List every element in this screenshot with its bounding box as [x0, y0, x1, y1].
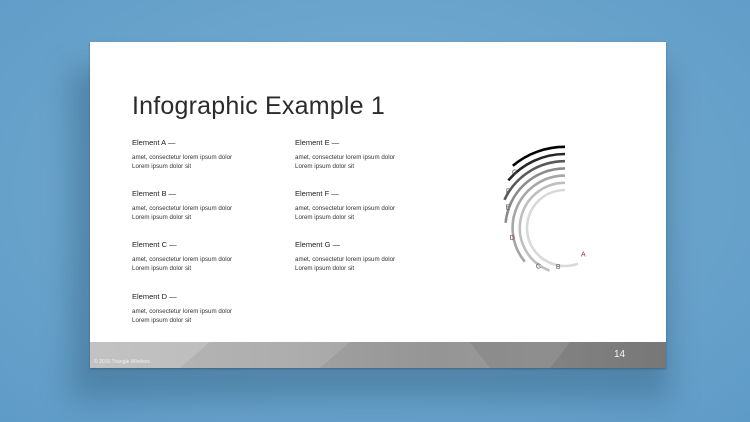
element-a-title: Element A — [132, 138, 176, 147]
slide-title: Infographic Example 1 [132, 92, 385, 120]
element-a-text-line2: Lorem ipsum dolor sit [132, 163, 192, 170]
arc-labels-group: A B C D E F G [506, 170, 586, 271]
element-c-title: Element C — [132, 240, 177, 249]
element-c-text-line2: Lorem ipsum dolor sit [132, 265, 192, 272]
element-b-title: Element B — [132, 189, 177, 198]
element-f-text-line1: amet, consectetur lorem ipsum dolor [295, 205, 396, 212]
concentric-arcs-infographic: A B C D E F G [503, 145, 586, 272]
slide: Infographic Example 1 Element A — amet, … [90, 42, 666, 368]
element-a: Element A — amet, consectetur lorem ipsu… [132, 138, 282, 171]
element-d-title: Element D — [132, 292, 177, 301]
arc-label-f: F [506, 188, 510, 195]
element-e: Element E — amet, consectetur lorem ipsu… [295, 138, 445, 171]
element-e-text-line2: Lorem ipsum dolor sit [295, 163, 355, 170]
element-d: Element D — amet, consectetur lorem ipsu… [132, 292, 282, 325]
element-g: Element G — amet, consectetur lorem ipsu… [295, 240, 445, 273]
element-g-text-line1: amet, consectetur lorem ipsum dolor [295, 256, 396, 263]
arc-label-g: G [512, 170, 517, 177]
element-a-text-line1: amet, consectetur lorem ipsum dolor [132, 154, 233, 161]
element-e-title: Element E — [295, 138, 340, 147]
element-d-text-line2: Lorem ipsum dolor sit [132, 317, 192, 324]
arc-a [525, 188, 579, 268]
arc-label-e: E [506, 205, 511, 212]
footer-pattern [90, 342, 666, 368]
element-f-text-line2: Lorem ipsum dolor sit [295, 214, 355, 221]
element-b: Element B — amet, consectetur lorem ipsu… [132, 189, 282, 222]
element-b-text-line1: amet, consectetur lorem ipsum dolor [132, 205, 233, 212]
element-c: Element C — amet, consectetur lorem ipsu… [132, 240, 282, 273]
element-g-title: Element G — [295, 240, 341, 249]
footer-band: © 2016 Triangle Wireless 14 [90, 342, 666, 368]
arc-label-c: C [536, 264, 541, 271]
page-number: 14 [614, 349, 626, 360]
element-c-text-line1: amet, consectetur lorem ipsum dolor [132, 256, 233, 263]
element-f-title: Element F — [295, 189, 339, 198]
element-g-text-line2: Lorem ipsum dolor sit [295, 265, 355, 272]
arc-g [511, 145, 566, 167]
arc-label-a: A [581, 252, 586, 259]
element-b-text-line2: Lorem ipsum dolor sit [132, 214, 192, 221]
arc-label-b: B [556, 264, 561, 271]
copyright-text: © 2016 Triangle Wireless [94, 359, 150, 365]
arcs-group [503, 145, 579, 272]
element-d-text-line1: amet, consectetur lorem ipsum dolor [132, 308, 233, 315]
element-f: Element F — amet, consectetur lorem ipsu… [295, 189, 445, 222]
arc-label-d: D [510, 235, 515, 242]
element-e-text-line1: amet, consectetur lorem ipsum dolor [295, 154, 396, 161]
